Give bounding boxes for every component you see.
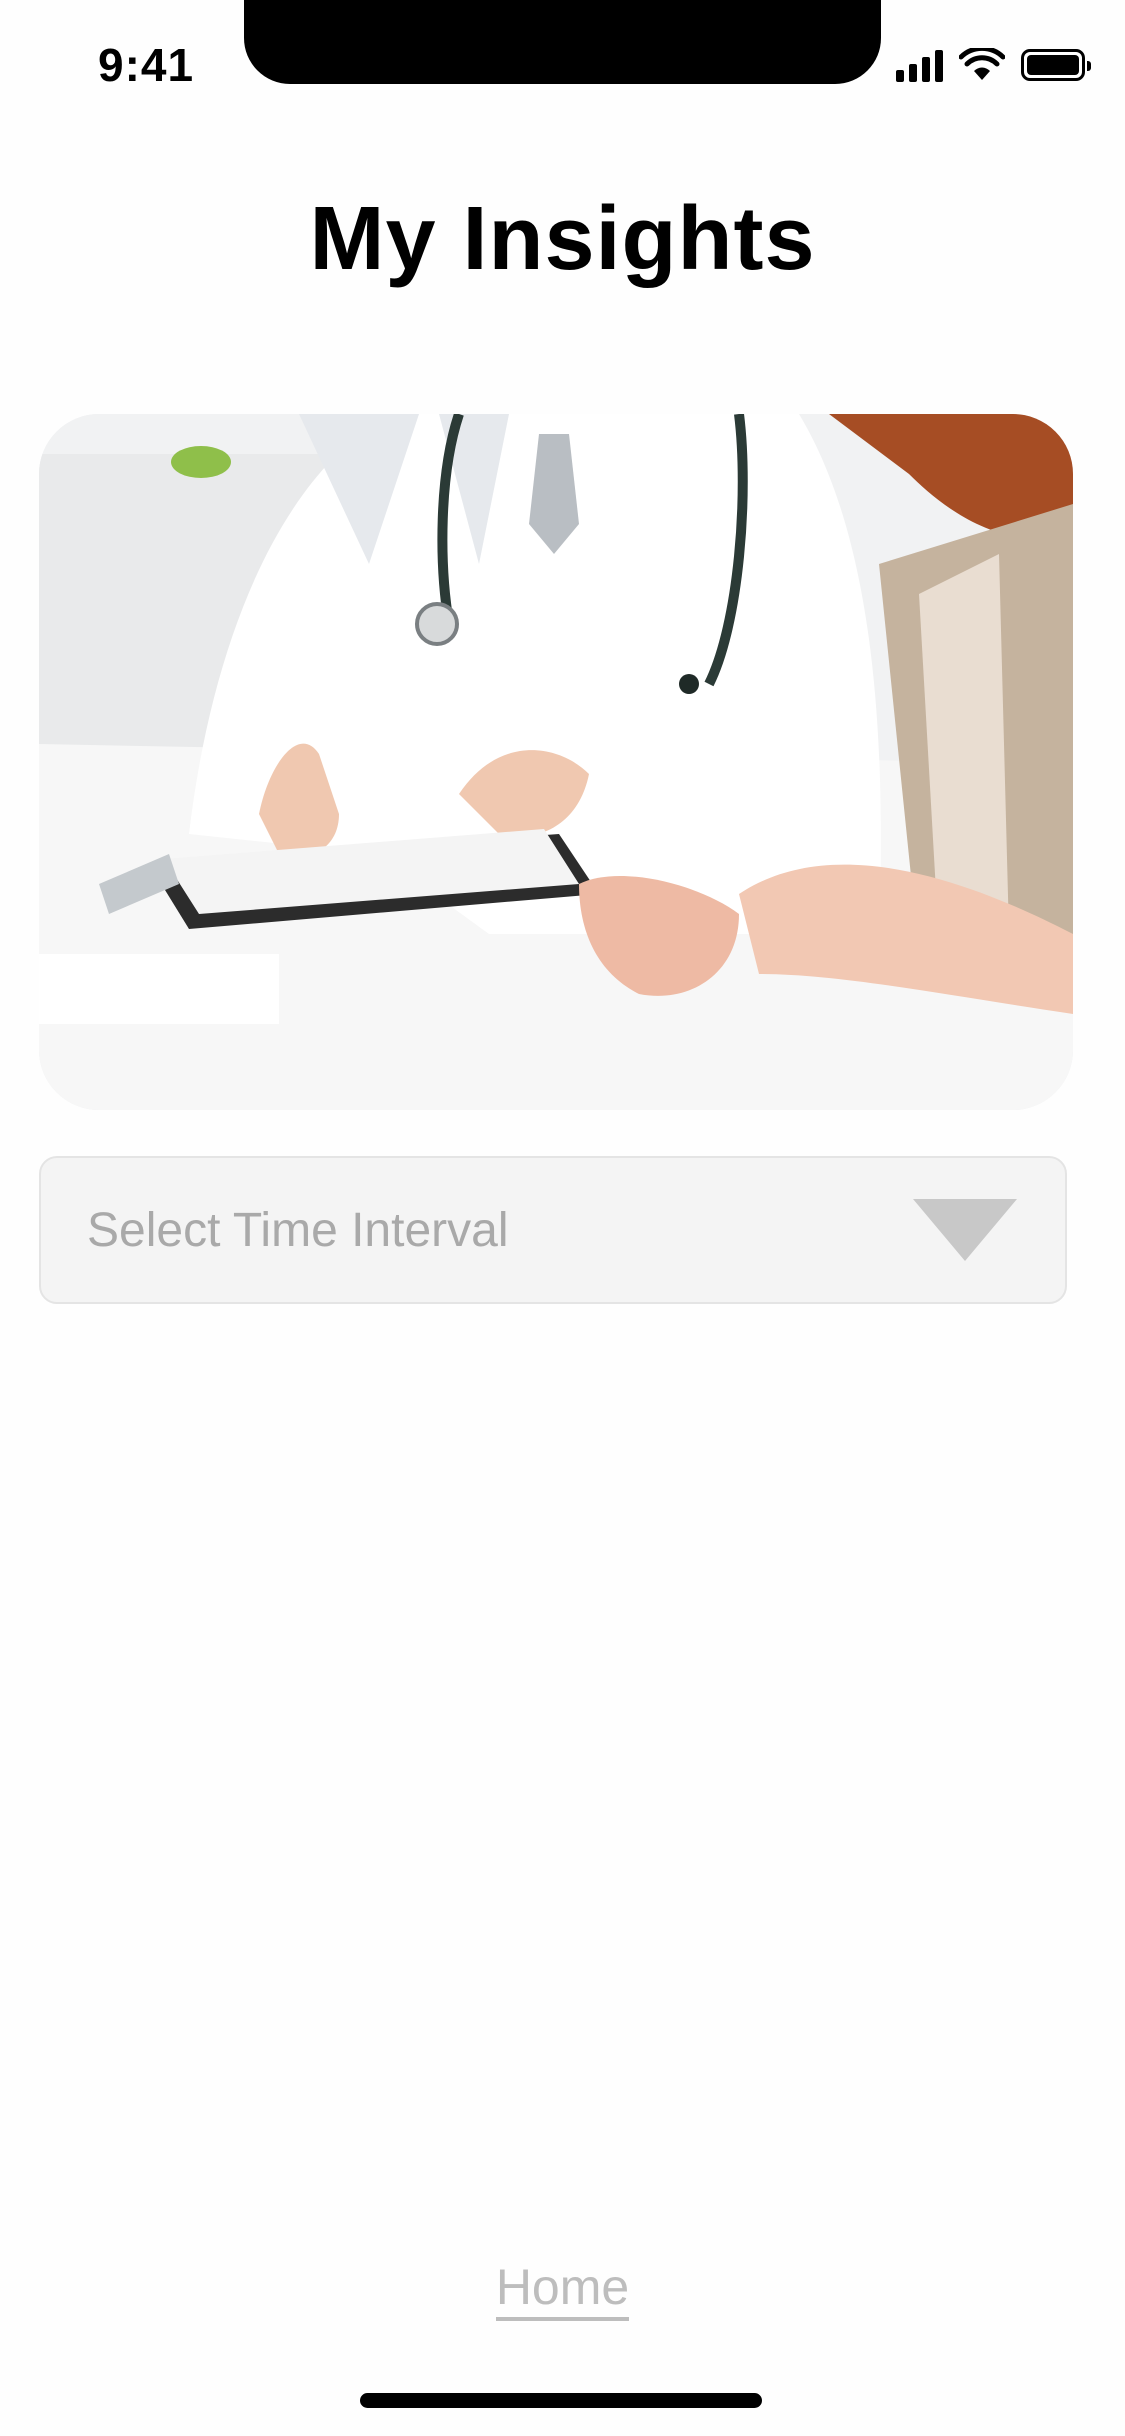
- home-indicator: [360, 2393, 762, 2408]
- device-notch: [244, 0, 881, 84]
- page-title: My Insights: [309, 189, 816, 289]
- status-time: 9:41: [98, 39, 195, 91]
- status-icons: [896, 48, 1091, 82]
- wifi-icon: [959, 48, 1005, 80]
- time-interval-placeholder: Select Time Interval: [87, 1203, 509, 1257]
- home-link-container: Home: [0, 2258, 1125, 2321]
- insights-screen: 9:41 My Insights Select Time Interval Ho…: [0, 0, 1125, 2436]
- time-interval-select[interactable]: Select Time Interval: [39, 1156, 1067, 1304]
- battery-icon: [1021, 49, 1091, 81]
- dropdown-triangle-icon: [913, 1199, 1017, 1261]
- doctor-patient-photo: [39, 414, 1073, 1110]
- cellular-signal-icon: [896, 48, 943, 82]
- home-link[interactable]: Home: [495, 2259, 630, 2321]
